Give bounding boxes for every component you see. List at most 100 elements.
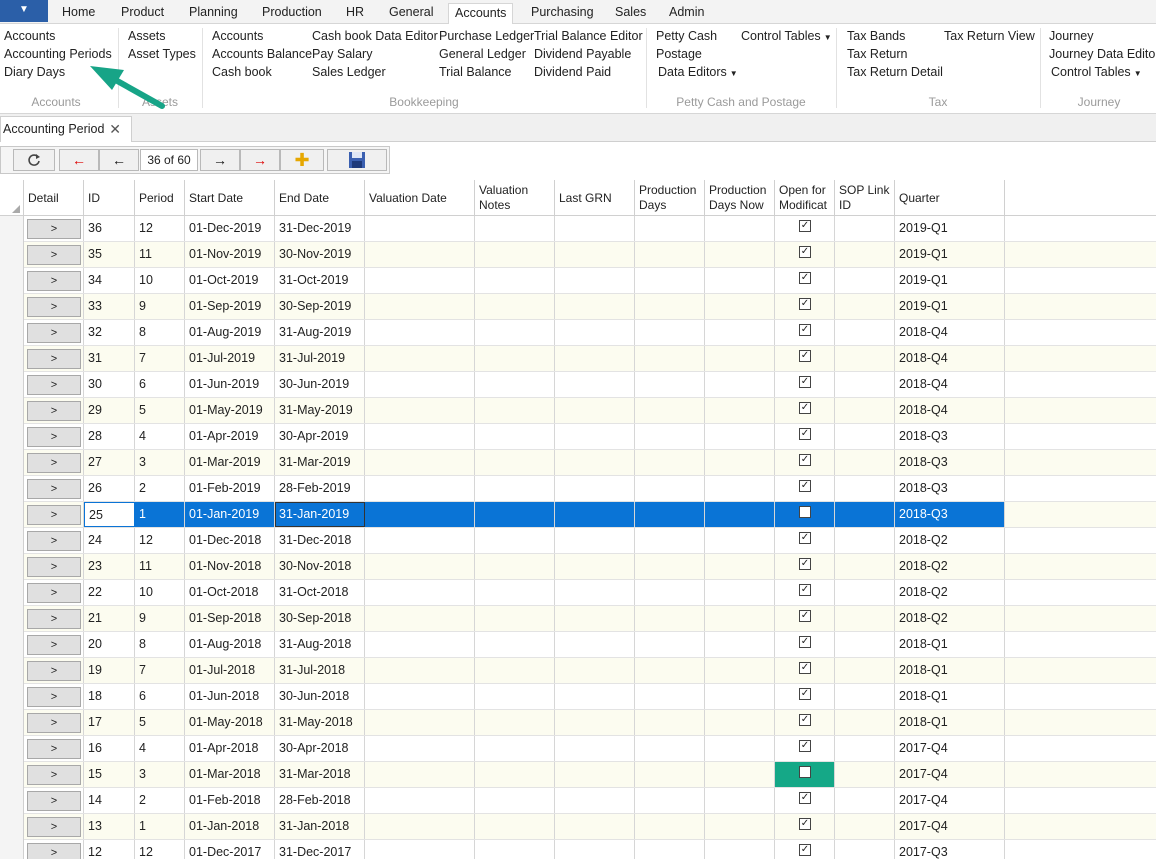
cell-end-date[interactable]: 30-Apr-2018	[275, 736, 365, 761]
table-row[interactable]: >24 12 01-Dec-2018 31-Dec-2018 ✓ 2018-Q2	[0, 528, 1156, 554]
cell-id[interactable]: 31	[84, 346, 135, 371]
cell-end-date[interactable]: 31-Mar-2018	[275, 762, 365, 787]
table-row[interactable]: >27 3 01-Mar-2019 31-Mar-2019 ✓ 2018-Q3	[0, 450, 1156, 476]
column-header-production-days-now[interactable]: Production Days Now	[705, 180, 775, 216]
cell-sop-link-id[interactable]	[835, 372, 895, 397]
cell-detail[interactable]: >	[24, 658, 84, 683]
row-header[interactable]	[0, 320, 24, 346]
cell-production-days[interactable]	[635, 424, 705, 449]
detail-button[interactable]: >	[27, 271, 81, 291]
cell-production-days[interactable]	[635, 346, 705, 371]
cell-production-days-now[interactable]	[705, 476, 775, 501]
table-row[interactable]: >32 8 01-Aug-2019 31-Aug-2019 ✓ 2018-Q4	[0, 320, 1156, 346]
table-row[interactable]: >35 11 01-Nov-2019 30-Nov-2019 ✓ 2019-Q1	[0, 242, 1156, 268]
cell-sop-link-id[interactable]	[835, 294, 895, 319]
cell-valuation-date[interactable]	[365, 528, 475, 553]
cell-last-grn[interactable]	[555, 632, 635, 657]
cell-period[interactable]: 4	[135, 424, 185, 449]
cell-production-days[interactable]	[635, 710, 705, 735]
ribbon-tax-return-detail-link[interactable]: Tax Return Detail	[847, 65, 943, 79]
cell-detail[interactable]: >	[24, 736, 84, 761]
cell-production-days-now[interactable]	[705, 840, 775, 859]
cell-period[interactable]: 8	[135, 320, 185, 345]
cell-quarter[interactable]: 2018-Q1	[895, 710, 1005, 735]
table-row[interactable]: >16 4 01-Apr-2018 30-Apr-2018 ✓ 2017-Q4	[0, 736, 1156, 762]
cell-start-date[interactable]: 01-Mar-2018	[185, 762, 275, 787]
open-checkbox[interactable]: ✓	[799, 792, 811, 804]
cell-period[interactable]: 10	[135, 268, 185, 293]
row-header[interactable]	[0, 242, 24, 268]
cell-end-date[interactable]: 31-Oct-2019	[275, 268, 365, 293]
cell-sop-link-id[interactable]	[835, 346, 895, 371]
cell-production-days-now[interactable]	[705, 216, 775, 241]
cell-valuation-notes[interactable]	[475, 268, 555, 293]
cell-production-days[interactable]	[635, 632, 705, 657]
cell-start-date[interactable]: 01-May-2018	[185, 710, 275, 735]
cell-period[interactable]: 4	[135, 736, 185, 761]
detail-button[interactable]: >	[27, 635, 81, 655]
tab-accounts[interactable]: Accounts	[448, 3, 514, 25]
cell-valuation-date[interactable]	[365, 216, 475, 241]
detail-button[interactable]: >	[27, 297, 81, 317]
table-row[interactable]: >31 7 01-Jul-2019 31-Jul-2019 ✓ 2018-Q4	[0, 346, 1156, 372]
cell-production-days[interactable]	[635, 528, 705, 553]
cell-open-for-modification[interactable]: ✓	[775, 684, 835, 709]
cell-quarter[interactable]: 2018-Q1	[895, 632, 1005, 657]
column-header-sop-link-id[interactable]: SOP Link ID	[835, 180, 895, 216]
cell-valuation-date[interactable]	[365, 294, 475, 319]
cell-end-date[interactable]: 31-Dec-2018	[275, 528, 365, 553]
cell-quarter[interactable]: 2017-Q4	[895, 814, 1005, 839]
cell-start-date[interactable]: 01-Jan-2018	[185, 814, 275, 839]
cell-end-date[interactable]: 31-Jul-2018	[275, 658, 365, 683]
tab-production[interactable]: Production	[256, 3, 328, 24]
cell-detail[interactable]: >	[24, 710, 84, 735]
cell-period[interactable]: 2	[135, 788, 185, 813]
cell-period[interactable]: 3	[135, 762, 185, 787]
cell-production-days-now[interactable]	[705, 710, 775, 735]
cell-end-date[interactable]: 31-Oct-2018	[275, 580, 365, 605]
cell-production-days[interactable]	[635, 554, 705, 579]
cell-period[interactable]: 2	[135, 476, 185, 501]
detail-button[interactable]: >	[27, 531, 81, 551]
tab-purchasing[interactable]: Purchasing	[525, 3, 600, 24]
row-header[interactable]	[0, 346, 24, 372]
detail-button[interactable]: >	[27, 791, 81, 811]
cell-production-days[interactable]	[635, 658, 705, 683]
row-header[interactable]	[0, 398, 24, 424]
table-row[interactable]: >17 5 01-May-2018 31-May-2018 ✓ 2018-Q1	[0, 710, 1156, 736]
cell-open-for-modification[interactable]: ✓	[775, 710, 835, 735]
table-row[interactable]: >34 10 01-Oct-2019 31-Oct-2019 ✓ 2019-Q1	[0, 268, 1156, 294]
ribbon-dividend-paid-link[interactable]: Dividend Paid	[534, 65, 611, 79]
detail-button[interactable]: >	[27, 609, 81, 629]
table-row[interactable]: >19 7 01-Jul-2018 31-Jul-2018 ✓ 2018-Q1	[0, 658, 1156, 684]
cell-production-days[interactable]	[635, 762, 705, 787]
column-header-valuation-notes[interactable]: Valuation Notes	[475, 180, 555, 216]
cell-production-days[interactable]	[635, 372, 705, 397]
ribbon-trial-balance-editor-link[interactable]: Trial Balance Editor	[534, 29, 643, 43]
ribbon-accounts-link[interactable]: Accounts	[4, 29, 55, 43]
cell-end-date[interactable]: 31-May-2018	[275, 710, 365, 735]
cell-last-grn[interactable]	[555, 450, 635, 475]
cell-detail[interactable]: >	[24, 268, 84, 293]
cell-production-days-now[interactable]	[705, 320, 775, 345]
cell-id[interactable]: 13	[84, 814, 135, 839]
tab-product[interactable]: Product	[115, 3, 170, 24]
open-checkbox[interactable]: ✓	[799, 246, 811, 258]
cell-id[interactable]: 35	[84, 242, 135, 267]
cell-period[interactable]: 9	[135, 606, 185, 631]
cell-production-days-now[interactable]	[705, 242, 775, 267]
cell-id[interactable]: 23	[84, 554, 135, 579]
ribbon-control-tables-dropdown[interactable]: Control Tables ▼	[741, 29, 832, 43]
cell-detail[interactable]: >	[24, 346, 84, 371]
cell-valuation-notes[interactable]	[475, 372, 555, 397]
cell-sop-link-id[interactable]	[835, 840, 895, 859]
cell-production-days-now[interactable]	[705, 814, 775, 839]
cell-last-grn[interactable]	[555, 554, 635, 579]
cell-open-for-modification[interactable]: ✓	[775, 788, 835, 813]
cell-sop-link-id[interactable]	[835, 762, 895, 787]
column-header-start-date[interactable]: Start Date	[185, 180, 275, 216]
row-header[interactable]	[0, 606, 24, 632]
detail-button[interactable]: >	[27, 349, 81, 369]
cell-quarter[interactable]: 2017-Q3	[895, 840, 1005, 859]
close-icon[interactable]: ✕	[109, 117, 121, 141]
